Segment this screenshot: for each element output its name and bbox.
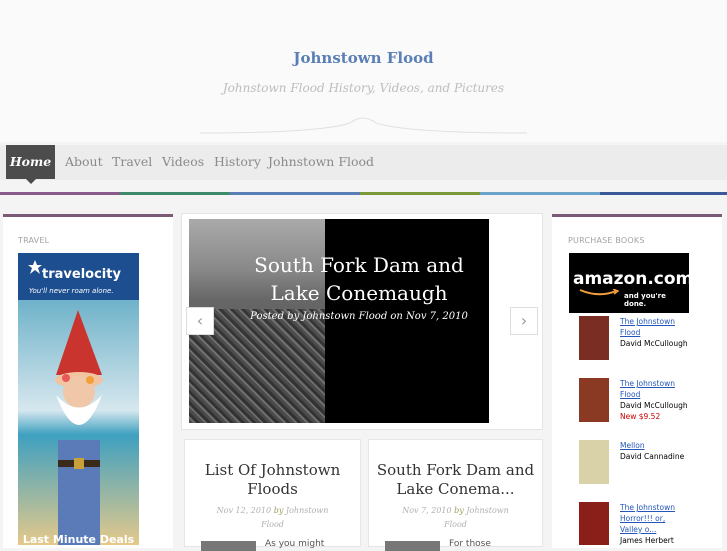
slider-prev-button[interactable]: ‹ xyxy=(186,307,214,335)
header-ornament xyxy=(200,117,527,134)
gnome-illustration xyxy=(55,310,103,545)
chevron-left-icon: ‹ xyxy=(196,311,204,330)
slide-title[interactable]: South Fork Dam and Lake Conemaugh xyxy=(229,251,489,307)
post-title[interactable]: South Fork Dam and Lake Conema... xyxy=(369,461,542,499)
nav-item-history[interactable]: History xyxy=(214,145,261,180)
book-item: The Johnstown Flood David McCullough New … xyxy=(620,378,688,422)
book-cover[interactable] xyxy=(579,316,609,360)
book-item: The Johnstown Horror!!! or, Valley o... J… xyxy=(620,502,688,545)
post-card[interactable]: South Fork Dam and Lake Conema... Nov 7,… xyxy=(368,439,543,551)
site-header: Johnstown Flood Johnstown Flood History,… xyxy=(0,0,727,142)
color-stripe-bottom xyxy=(0,180,727,195)
ad-brand: travelocity xyxy=(42,267,121,282)
nav-item-johnstown-flood[interactable]: Johnstown Flood xyxy=(268,145,374,180)
post-meta: Nov 12, 2010 by Johnstown Flood xyxy=(216,506,329,529)
nav-item-travel[interactable]: Travel xyxy=(112,145,152,180)
ad-slogan: You'll never roam alone. xyxy=(29,287,114,295)
featured-slider[interactable]: South Fork Dam and Lake Conemaugh Posted… xyxy=(189,219,489,423)
book-author: James Herbert xyxy=(620,536,674,545)
slide-meta: Posted by Johnstown Flood on Nov 7, 2010 xyxy=(250,311,468,322)
ad-deals: Last Minute Deals xyxy=(22,533,135,545)
ad-scene xyxy=(18,300,139,545)
main-nav: Home About Travel Videos History Johnsto… xyxy=(0,145,727,184)
travelocity-star-icon xyxy=(28,260,42,274)
post-meta: Nov 7, 2010 by Johnstown Flood xyxy=(402,506,509,529)
sidebar-heading-purchase-books: PURCHASE BOOKS xyxy=(568,236,645,245)
amazon-smile-icon xyxy=(579,289,619,296)
book-author: David Cannadine xyxy=(620,452,685,461)
book-title[interactable]: The Johnstown Horror!!! or, Valley o... xyxy=(620,502,688,535)
post-thumbnail[interactable] xyxy=(201,541,256,551)
site-tagline: Johnstown Flood History, Videos, and Pic… xyxy=(222,81,505,95)
amazon-header[interactable]: amazon.com and you're done. xyxy=(569,253,689,313)
nav-item-videos[interactable]: Videos xyxy=(162,145,204,180)
post-card[interactable]: List Of Johnstown Floods Nov 12, 2010 by… xyxy=(184,439,361,551)
nav-item-about[interactable]: About xyxy=(65,145,103,180)
chevron-right-icon: › xyxy=(520,311,528,330)
nav-item-home[interactable]: Home xyxy=(6,145,55,184)
book-price: New $9.52 xyxy=(620,412,661,421)
amazon-tagline: and you're done. xyxy=(624,292,666,308)
book-author: David McCullough xyxy=(620,401,688,410)
book-title[interactable]: The Johnstown Flood xyxy=(620,378,688,400)
sidebar-heading-travel: TRAVEL xyxy=(18,236,50,245)
book-cover[interactable] xyxy=(579,378,609,422)
post-excerpt: For those xyxy=(449,539,491,549)
amazon-logo: amazon.com xyxy=(573,269,689,289)
book-item: The Johnstown Flood David McCullough xyxy=(620,316,688,349)
site-title[interactable]: Johnstown Flood xyxy=(0,49,727,67)
amazon-widget: amazon.com and you're done. The Johnstow… xyxy=(569,253,689,545)
book-cover[interactable] xyxy=(579,440,609,484)
book-title[interactable]: The Johnstown Flood xyxy=(620,316,688,338)
travelocity-ad[interactable]: travelocity You'll never roam alone. Las… xyxy=(18,253,139,545)
post-excerpt: As you might xyxy=(265,539,325,549)
slider-next-button[interactable]: › xyxy=(510,307,538,335)
book-author: David McCullough xyxy=(620,339,688,348)
post-thumbnail[interactable] xyxy=(385,541,440,551)
post-title[interactable]: List Of Johnstown Floods xyxy=(185,461,360,499)
ad-banner: travelocity You'll never roam alone. xyxy=(18,253,139,300)
book-item: Mellon David Cannadine xyxy=(620,440,688,462)
book-title[interactable]: Mellon xyxy=(620,440,688,451)
book-cover[interactable] xyxy=(579,502,609,545)
